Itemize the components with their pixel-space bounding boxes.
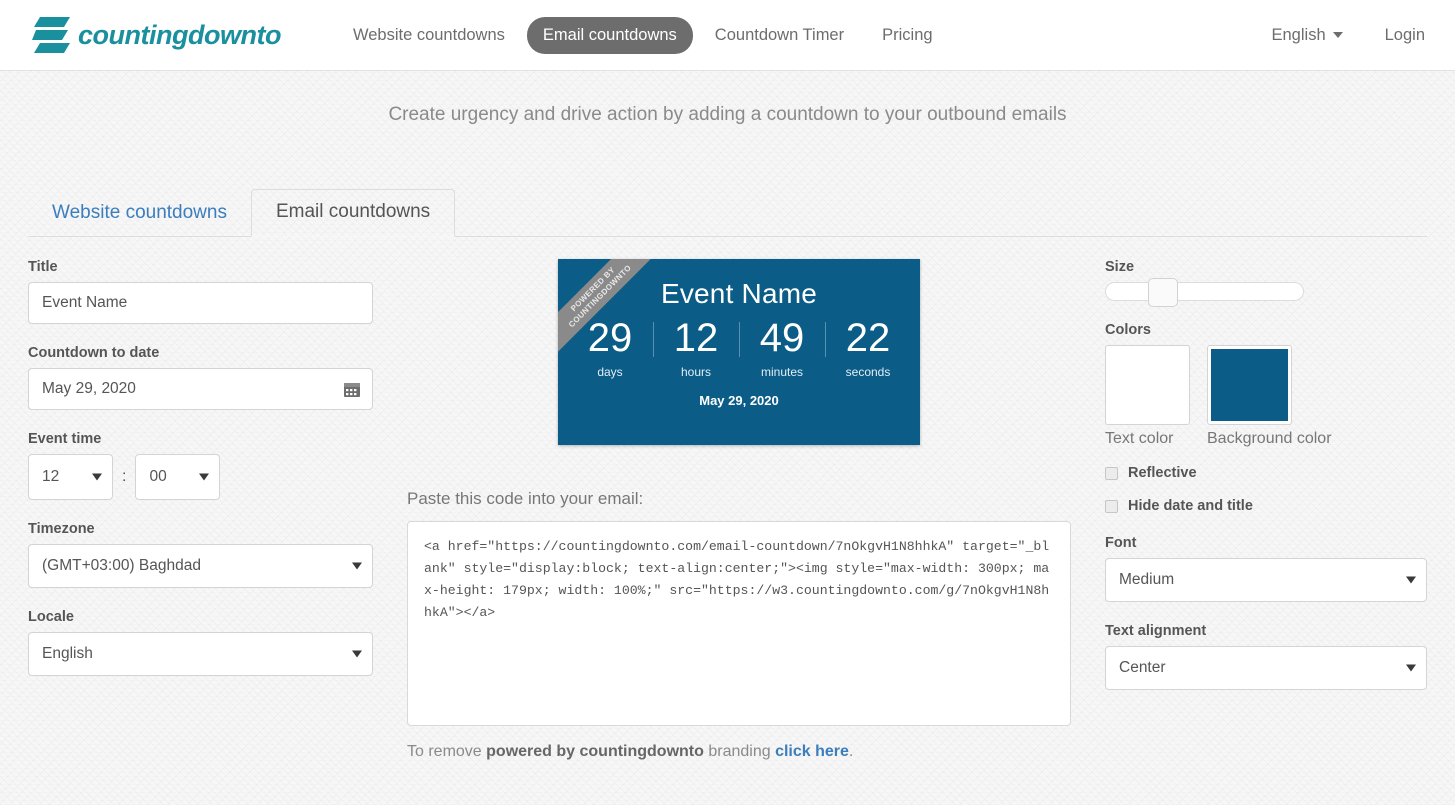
text-alignment-label: Text alignment [1105,623,1427,639]
settings-form-right: Size Colors Text color Background color … [1105,259,1427,690]
title-input[interactable]: Event Name [28,282,373,324]
tab-email-countdowns[interactable]: Email countdowns [251,189,455,237]
timezone-value: (GMT+03:00) Baghdad [42,557,201,575]
remove-branding-link[interactable]: click here [775,743,849,760]
countdown-preview-wrap: POWERED BY COUNTINGDOWNTO Event Name 29 … [407,259,1071,445]
countdown-minutes-label: minutes [739,365,825,379]
page-subtitle: Create urgency and drive action by addin… [0,104,1455,126]
event-time-minute-value: 00 [149,468,166,486]
background-color-swatch[interactable] [1207,345,1292,425]
countdown-days-value: 29 [567,318,653,358]
note-prefix: To remove [407,743,486,760]
locale-select[interactable]: English [28,632,373,676]
hide-date-title-label: Hide date and title [1128,498,1253,514]
hide-date-title-option[interactable]: Hide date and title [1105,498,1427,514]
font-label: Font [1105,535,1427,551]
background-color-caption: Background color [1207,430,1332,448]
hide-date-title-checkbox[interactable] [1105,500,1118,513]
countdown-unit-hours: 12 hours [653,318,739,379]
login-link[interactable]: Login [1385,26,1425,45]
reflective-label: Reflective [1128,465,1197,481]
countdown-units: 29 days 12 hours 49 minutes 22 seconds [558,318,920,379]
language-selector[interactable]: English [1272,26,1343,45]
countdown-unit-minutes: 49 minutes [739,318,825,379]
colors-label: Colors [1105,322,1427,338]
nav-item-website-countdowns[interactable]: Website countdowns [337,17,521,54]
tab-website-countdowns[interactable]: Website countdowns [28,191,251,237]
tab-bar: Website countdowns Email countdowns [28,188,1427,237]
color-swatches: Text color Background color [1105,345,1427,448]
chevron-down-icon [352,651,362,658]
event-time-hour-select[interactable]: 12 [28,454,113,500]
text-alignment-value: Center [1119,659,1166,677]
reflective-checkbox[interactable] [1105,467,1118,480]
countdown-date-input[interactable]: May 29, 2020 [28,368,373,410]
event-time-label: Event time [28,431,373,447]
countdown-date-display: May 29, 2020 [558,393,920,408]
nav-item-countdown-timer[interactable]: Countdown Timer [699,17,860,54]
code-instructions: Paste this code into your email: [407,489,1071,509]
event-time-hour-value: 12 [42,468,59,486]
countdown-unit-days: 29 days [567,318,653,379]
text-color-swatch[interactable] [1105,345,1190,425]
locale-value: English [42,645,93,663]
countdown-date-value: May 29, 2020 [42,380,136,398]
chevron-down-icon [92,474,102,481]
chevron-down-icon [1406,577,1416,584]
countdown-seconds-label: seconds [825,365,911,379]
countdown-days-label: days [567,365,653,379]
background-color-group: Background color [1207,345,1332,448]
main-content: Title Event Name Countdown to date May 2… [0,259,1455,761]
chevron-down-icon [1406,665,1416,672]
note-suffix: . [849,743,853,760]
countdown-unit-seconds: 22 seconds [825,318,911,379]
font-select[interactable]: Medium [1105,558,1427,602]
countdown-hours-label: hours [653,365,739,379]
text-color-chip [1109,349,1186,421]
size-slider[interactable] [1105,282,1304,301]
locale-label: Locale [28,609,373,625]
countdown-date-label: Countdown to date [28,345,373,361]
text-color-caption: Text color [1105,430,1190,448]
text-color-group: Text color [1105,345,1190,448]
note-bold: powered by countingdownto [486,743,704,760]
preview-and-code: POWERED BY COUNTINGDOWNTO Event Name 29 … [373,259,1105,761]
event-time-row: 12 : 00 [28,454,373,500]
chevron-down-icon [1333,32,1343,38]
main-nav: Website countdowns Email countdowns Coun… [337,17,949,54]
chevron-down-icon [352,563,362,570]
site-header: countingdownto Website countdowns Email … [0,0,1455,71]
chevron-down-icon [199,474,209,481]
timezone-label: Timezone [28,521,373,537]
event-time-minute-select[interactable]: 00 [135,454,220,500]
embed-code-textarea[interactable]: <a href="https://countingdownto.com/emai… [407,521,1071,726]
header-right-actions: English Login [1272,26,1426,45]
background-color-chip [1211,349,1288,421]
branding-note: To remove powered by countingdownto bran… [407,743,1071,761]
countdown-preview: POWERED BY COUNTINGDOWNTO Event Name 29 … [558,259,920,445]
size-slider-handle[interactable] [1148,278,1178,307]
settings-form-left: Title Event Name Countdown to date May 2… [28,259,373,676]
countdown-minutes-value: 49 [739,318,825,358]
site-logo[interactable]: countingdownto [30,11,281,59]
note-middle: branding [704,743,775,760]
countdown-hours-value: 12 [653,318,739,358]
timezone-select[interactable]: (GMT+03:00) Baghdad [28,544,373,588]
logo-wordmark: countingdownto [78,20,281,51]
time-separator: : [122,468,126,486]
nav-item-pricing[interactable]: Pricing [866,17,948,54]
language-label: English [1272,26,1326,45]
title-label: Title [28,259,373,275]
font-value: Medium [1119,571,1174,589]
stacked-bars-logo-icon [30,11,74,59]
text-alignment-select[interactable]: Center [1105,646,1427,690]
nav-item-email-countdowns[interactable]: Email countdowns [527,17,693,54]
countdown-seconds-value: 22 [825,318,911,358]
calendar-icon[interactable] [343,380,361,398]
reflective-option[interactable]: Reflective [1105,465,1427,481]
size-label: Size [1105,259,1427,275]
